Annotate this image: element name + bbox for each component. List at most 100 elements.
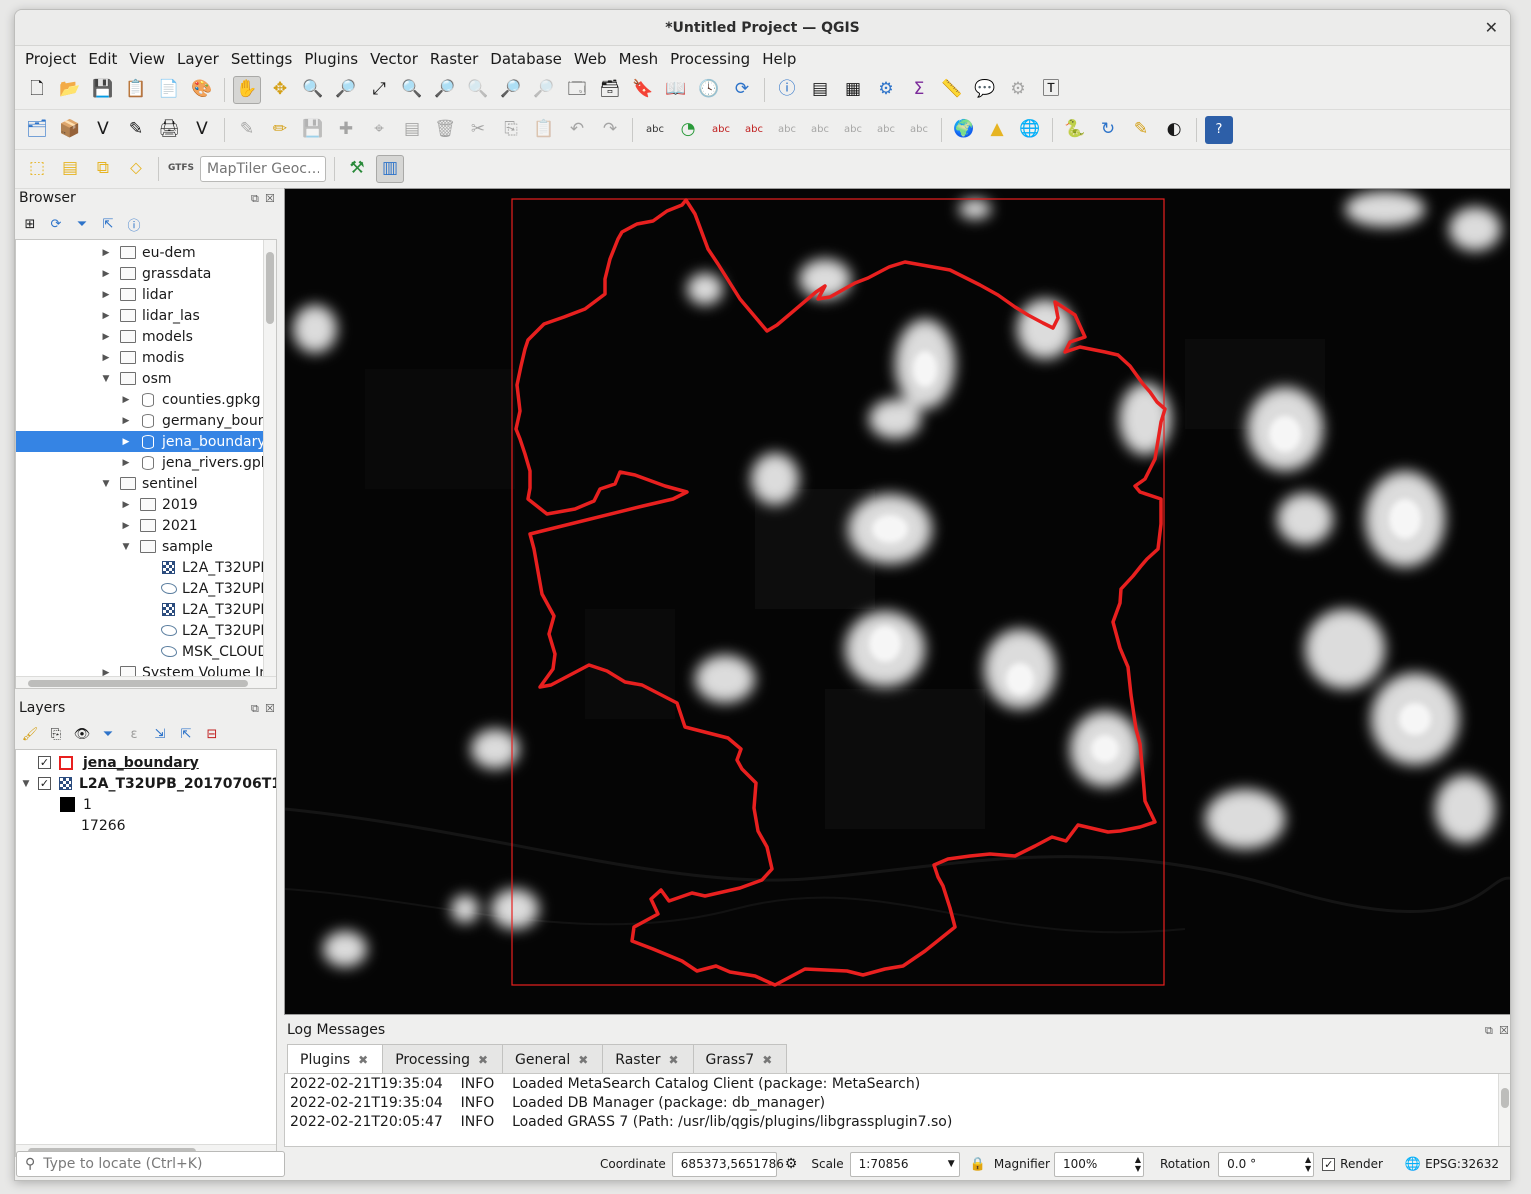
render-checkbox[interactable]: ✓ bbox=[1322, 1157, 1336, 1171]
map-canvas-icon[interactable]: ▥ bbox=[376, 154, 404, 183]
collapse-all-layers-icon[interactable]: ⇱ bbox=[177, 725, 195, 743]
rotation-field[interactable]: 0.0 ° ▲ ▼ bbox=[1218, 1151, 1315, 1177]
tab-processing[interactable]: Processing ✖ bbox=[382, 1044, 504, 1074]
collapse-all-icon[interactable]: ⇱ bbox=[99, 215, 117, 233]
coordinate-field[interactable]: 685373,5651786 bbox=[671, 1151, 784, 1177]
vertex-tool-icon[interactable]: ⌖ bbox=[365, 116, 393, 144]
new-spatialite-layer-icon[interactable]: ✎ bbox=[122, 116, 150, 144]
layer-diagram-icon[interactable]: ◔ bbox=[674, 116, 702, 144]
browser-item[interactable]: L2A_T32UPE bbox=[16, 578, 276, 599]
refresh-icon[interactable]: ⟳ bbox=[728, 76, 756, 104]
menu-project[interactable]: Project bbox=[19, 50, 82, 68]
layer-labeling-icon[interactable]: abc bbox=[641, 116, 669, 144]
change-label-icon[interactable]: abc bbox=[872, 116, 900, 144]
scrollbar-thumb[interactable] bbox=[1501, 1088, 1509, 1108]
highlight-pinned-labels-icon[interactable]: abc bbox=[707, 116, 735, 144]
scrollbar-thumb[interactable] bbox=[28, 680, 248, 687]
add-feature-icon[interactable]: ✚ bbox=[332, 116, 360, 144]
modify-attributes-icon[interactable]: ▤ bbox=[398, 116, 426, 144]
float-panel-icon[interactable]: ⧉ bbox=[1485, 1024, 1493, 1038]
pan-to-selection-icon[interactable]: ✥ bbox=[266, 76, 294, 104]
float-panel-icon[interactable]: ⧉ bbox=[251, 192, 259, 206]
move-label-icon[interactable]: abc bbox=[806, 116, 834, 144]
pan-map-icon[interactable]: ✋ bbox=[233, 75, 261, 104]
delete-selected-icon[interactable]: 🗑 bbox=[431, 116, 459, 144]
collapsed-arrow-icon[interactable]: ▶ bbox=[120, 500, 132, 510]
menu-settings[interactable]: Settings bbox=[225, 50, 299, 68]
zoom-native-icon[interactable]: 🔍 bbox=[464, 76, 492, 104]
new-print-layout-icon[interactable]: 📋 bbox=[122, 76, 150, 104]
browser-vertical-scrollbar[interactable] bbox=[263, 240, 276, 676]
menu-help[interactable]: Help bbox=[756, 50, 802, 68]
collapsed-arrow-icon[interactable]: ▶ bbox=[100, 311, 112, 321]
open-project-icon[interactable]: 📂 bbox=[56, 76, 84, 104]
zoom-full-icon[interactable]: ⤢ bbox=[365, 76, 393, 104]
browser-item[interactable]: MSK_CLOUD bbox=[16, 641, 276, 662]
spin-arrows-icon[interactable]: ▲ ▼ bbox=[1305, 1155, 1311, 1173]
zoom-to-selection-icon[interactable]: 🔍 bbox=[398, 76, 426, 104]
close-tab-icon[interactable]: ✖ bbox=[578, 1053, 588, 1067]
menu-web[interactable]: Web bbox=[568, 50, 613, 68]
add-group-icon[interactable]: ⎘ bbox=[47, 725, 65, 743]
collapsed-arrow-icon[interactable]: ▶ bbox=[120, 521, 132, 531]
browser-item[interactable]: ▶ modis bbox=[16, 347, 276, 368]
expanded-arrow-icon[interactable]: ▼ bbox=[100, 374, 112, 384]
collapse-arrow-icon[interactable]: ▼ bbox=[20, 779, 32, 789]
geocoder-search-input[interactable] bbox=[200, 155, 326, 182]
current-edits-icon[interactable]: ✎ bbox=[233, 116, 261, 144]
scale-field[interactable]: 1:70856 ▼ bbox=[849, 1151, 960, 1177]
style-manager-icon[interactable]: 🎨 bbox=[188, 76, 216, 104]
browser-item[interactable]: ▶ 2019 bbox=[16, 494, 276, 515]
close-tab-icon[interactable]: ✖ bbox=[478, 1053, 488, 1067]
browser-item[interactable]: ▼ sample bbox=[16, 536, 276, 557]
menu-raster[interactable]: Raster bbox=[424, 50, 484, 68]
lock-scale-icon[interactable]: 🔒 bbox=[970, 1157, 986, 1172]
quickmapservices-icon[interactable]: 🌍 bbox=[950, 116, 978, 144]
browser-item[interactable]: L2A_T32UPE bbox=[16, 557, 276, 578]
browser-item[interactable]: ▶ grassdata bbox=[16, 263, 276, 284]
properties-icon[interactable]: ⓘ bbox=[125, 215, 143, 234]
processing-toolbox-icon[interactable]: ⚙ bbox=[872, 76, 900, 104]
tab-plugins[interactable]: Plugins ✖ bbox=[287, 1044, 384, 1074]
collapsed-arrow-icon[interactable]: ▶ bbox=[100, 353, 112, 363]
save-project-icon[interactable]: 💾 bbox=[89, 76, 117, 104]
browser-item[interactable]: ▼ sentinel bbox=[16, 473, 276, 494]
collapsed-arrow-icon[interactable]: ▶ bbox=[120, 437, 132, 447]
menu-layer[interactable]: Layer bbox=[171, 50, 225, 68]
crs-button[interactable]: EPSG:32632 bbox=[1425, 1157, 1499, 1171]
collapsed-arrow-icon[interactable]: ▶ bbox=[120, 458, 132, 468]
select-by-location-icon[interactable]: ⬦ bbox=[122, 155, 150, 183]
browser-item[interactable]: ▶ germany_boun bbox=[16, 410, 276, 431]
browser-item[interactable]: ▶ jena_rivers.gpk bbox=[16, 452, 276, 473]
globe-plugin-icon[interactable]: 🌐 bbox=[1016, 116, 1044, 144]
profile-tool-icon[interactable]: ▲ bbox=[983, 116, 1011, 144]
scrollbar-thumb[interactable] bbox=[266, 252, 274, 324]
layout-manager-icon[interactable]: 📄 bbox=[155, 76, 183, 104]
menu-plugins[interactable]: Plugins bbox=[298, 50, 364, 68]
layer-visibility-checkbox[interactable]: ✓ bbox=[38, 756, 51, 769]
select-features-icon[interactable]: ⬚ bbox=[23, 155, 51, 183]
show-bookmarks-icon[interactable]: 📖 bbox=[662, 76, 690, 104]
open-layer-styling-icon[interactable]: 🖌 bbox=[21, 725, 39, 743]
tab-grass7[interactable]: Grass7 ✖ bbox=[692, 1044, 788, 1074]
pin-labels-icon[interactable]: abc bbox=[740, 116, 768, 144]
undo-icon[interactable]: ↶ bbox=[563, 116, 591, 144]
new-map-view-icon[interactable]: 🗔 bbox=[563, 76, 591, 104]
tab-raster[interactable]: Raster ✖ bbox=[602, 1044, 694, 1074]
collapsed-arrow-icon[interactable]: ▶ bbox=[100, 332, 112, 342]
browser-item[interactable]: ▶ counties.gpkg bbox=[16, 389, 276, 410]
zoom-to-layer-icon[interactable]: 🔎 bbox=[431, 76, 459, 104]
new-3d-map-view-icon[interactable]: 🗃 bbox=[596, 76, 624, 104]
temporal-controller-icon[interactable]: 🕓 bbox=[695, 76, 723, 104]
menu-vector[interactable]: Vector bbox=[364, 50, 424, 68]
zoom-in-icon[interactable]: 🔍 bbox=[299, 76, 327, 104]
redo-icon[interactable]: ↷ bbox=[596, 116, 624, 144]
grass-tools-icon[interactable]: ✎ bbox=[1127, 116, 1155, 144]
text-annotation-icon[interactable]: 🅃 bbox=[1037, 76, 1065, 104]
metasearch-icon[interactable]: ◐ bbox=[1160, 116, 1188, 144]
paste-features-icon[interactable]: 📋 bbox=[530, 116, 558, 144]
browser-item[interactable]: ▶ jena_boundary. bbox=[16, 431, 276, 452]
browser-item[interactable]: ▶ 2021 bbox=[16, 515, 276, 536]
browser-horizontal-scrollbar[interactable] bbox=[16, 676, 276, 688]
refresh-browser-icon[interactable]: ⟳ bbox=[47, 215, 65, 233]
